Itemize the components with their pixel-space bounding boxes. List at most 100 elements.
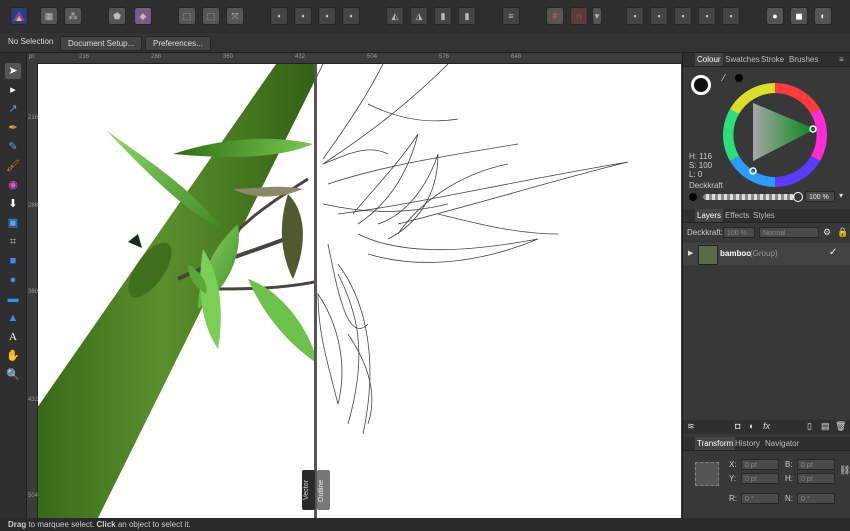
tab-transform[interactable]: Transform (695, 437, 736, 450)
place-image-tool-icon[interactable]: ▣ (5, 215, 21, 231)
top-ruler: pt 216 288 360 432 504 576 648 (27, 53, 681, 64)
colour-wheel[interactable] (721, 81, 829, 189)
link-icon[interactable]: ⛓ (839, 465, 850, 476)
hand-tool-icon[interactable]: ✋ (5, 348, 21, 364)
status-drag: Drag (8, 520, 27, 529)
document-setup-button[interactable]: Document Setup... (60, 36, 143, 51)
node-tool-icon[interactable]: ▸ (5, 82, 21, 98)
arrange-backward-icon[interactable]: ▪ (318, 7, 336, 25)
bool-add-icon[interactable]: ▪ (626, 7, 644, 25)
arrange-back-icon[interactable]: ▪ (342, 7, 360, 25)
brush-tool-icon[interactable]: 🖌 (5, 158, 21, 174)
delete-layer-icon[interactable]: 🗑 (835, 421, 846, 432)
snapping-dropdown-icon[interactable]: ▾ (592, 7, 602, 25)
pencil-tool-icon[interactable]: ✎ (5, 139, 21, 155)
opacity-handle[interactable] (793, 192, 803, 202)
speech-bubble-icon[interactable]: ● (766, 7, 784, 25)
y-field[interactable]: 0 pt (741, 473, 779, 484)
fill-tool-icon[interactable]: ◉ (5, 177, 21, 193)
tab-navigator[interactable]: Navigator (765, 437, 799, 450)
new-layer-icon[interactable]: ▯ (807, 421, 812, 432)
document-canvas[interactable]: Vector Outline (38, 64, 681, 518)
pen-tool-icon[interactable]: ✒ (5, 120, 21, 136)
ellipse-tool-icon[interactable]: ● (5, 272, 21, 288)
colour-tabs: Colour Swatches Stroke Brushes ≡ (683, 53, 850, 67)
layer-row[interactable]: ▶ bamboo (Group) ✓ (683, 243, 850, 265)
pixel-persona-icon[interactable]: ▦ (40, 7, 58, 25)
style-icon[interactable]: ◆ (134, 7, 152, 25)
opacity-field[interactable]: 100 % (805, 191, 835, 202)
ruler-label: 432 (295, 54, 306, 60)
align-icon[interactable]: ≡ (502, 7, 520, 25)
snapping-magnet-icon[interactable]: ∩ (570, 7, 588, 25)
shapes-icon[interactable]: ◼ (790, 7, 808, 25)
preferences-button[interactable]: Preferences... (145, 36, 211, 51)
flip-v-icon[interactable]: ◮ (410, 7, 428, 25)
tab-history[interactable]: History (735, 437, 760, 450)
ruler-label: 432 (28, 397, 39, 403)
bool-intersect-icon[interactable]: ▪ (674, 7, 692, 25)
expand-triangle-icon[interactable]: ▶ (688, 249, 693, 257)
tab-effects[interactable]: Effects (725, 209, 749, 222)
height-field[interactable]: 0 pt (797, 473, 835, 484)
anchor-point-icon[interactable] (695, 462, 719, 486)
rotate-cw-icon[interactable]: ▮ (458, 7, 476, 25)
tab-swatches[interactable]: Swatches (725, 53, 760, 66)
width-field[interactable]: 0 pt (797, 459, 835, 470)
arrange-forward-icon[interactable]: ▪ (294, 7, 312, 25)
visibility-check-icon[interactable]: ✓ (829, 247, 837, 258)
grid-icon[interactable]: # (546, 7, 564, 25)
blend-mode-select[interactable]: Normal (759, 227, 819, 238)
text-tool-icon[interactable]: A (5, 329, 21, 345)
select-2-icon[interactable]: ⬚ (202, 7, 220, 25)
shear-field[interactable]: 0 ° (797, 493, 835, 504)
tab-layers[interactable]: Layers (695, 209, 724, 222)
move-tool-icon[interactable]: ➤ (5, 63, 21, 79)
vector-view-tab[interactable]: Vector (302, 470, 315, 510)
tab-brushes[interactable]: Brushes (789, 53, 818, 66)
rectangle-tool-icon[interactable]: ■ (5, 253, 21, 269)
flip-h-icon[interactable]: ◭ (386, 7, 404, 25)
export-persona-icon[interactable]: ⁂ (64, 7, 82, 25)
mask-icon[interactable]: ◘ (735, 421, 740, 431)
bool-xor-icon[interactable]: ▪ (698, 7, 716, 25)
opacity-black-icon (689, 193, 697, 201)
transform-tabs: Transform History Navigator (683, 437, 850, 451)
status-click: Click (96, 520, 116, 529)
opacity-slider[interactable] (703, 194, 795, 200)
bamboo-artwork[interactable] (38, 64, 681, 518)
triangle-tool-icon[interactable]: ▲ (5, 310, 21, 326)
tab-styles[interactable]: Styles (753, 209, 775, 222)
rounded-rect-tool-icon[interactable]: ▬ (5, 291, 21, 307)
tools-panel: ➤ ▸ ↗ ✒ ✎ 🖌 ◉ ⬇ ▣ ⌗ ■ ● ▬ ▲ A ✋ 🔍 (0, 53, 27, 518)
select-icon[interactable]: ⬚ (178, 7, 196, 25)
opacity-dropdown-icon[interactable]: ▾ (839, 191, 843, 200)
duplicate-layer-icon[interactable]: ▤ (821, 421, 830, 432)
transform-icon[interactable]: ⤧ (226, 7, 244, 25)
adjustment-icon[interactable]: ◐ (749, 421, 754, 431)
layers-stack-icon[interactable]: ≋ (687, 421, 695, 432)
tab-stroke[interactable]: Stroke (761, 53, 784, 66)
x-field[interactable]: 0 pt (741, 459, 779, 470)
left-ruler: 216 288 360 432 504 (27, 63, 38, 518)
lock-icon[interactable]: 🔒 (837, 227, 848, 238)
corner-tool-icon[interactable]: ↗ (5, 101, 21, 117)
outline-view-tab[interactable]: Outline (317, 470, 330, 510)
layer-settings-icon[interactable]: ⚙ (823, 227, 831, 238)
arrange-front-icon[interactable]: ▪ (270, 7, 288, 25)
tab-colour[interactable]: Colour (695, 53, 723, 66)
rotate-ccw-icon[interactable]: ▮ (434, 7, 452, 25)
app-logo-icon[interactable] (10, 7, 28, 25)
color-circle-icon[interactable]: ◐ (814, 7, 832, 25)
layer-opacity-field[interactable]: 100 % (723, 227, 755, 238)
rotation-field[interactable]: 0 ° (741, 493, 779, 504)
panel-menu-icon[interactable]: ≡ (839, 53, 844, 66)
pentagon-shape-icon[interactable]: ⬟ (108, 7, 126, 25)
fx-icon[interactable]: fx (763, 421, 770, 431)
bool-subtract-icon[interactable]: ▪ (650, 7, 668, 25)
fill-stroke-swatch-icon[interactable] (691, 75, 711, 95)
crop-tool-icon[interactable]: ⌗ (5, 234, 21, 250)
bool-divide-icon[interactable]: ▪ (722, 7, 740, 25)
transparency-tool-icon[interactable]: ⬇ (5, 196, 21, 212)
zoom-tool-icon[interactable]: 🔍 (5, 367, 21, 383)
